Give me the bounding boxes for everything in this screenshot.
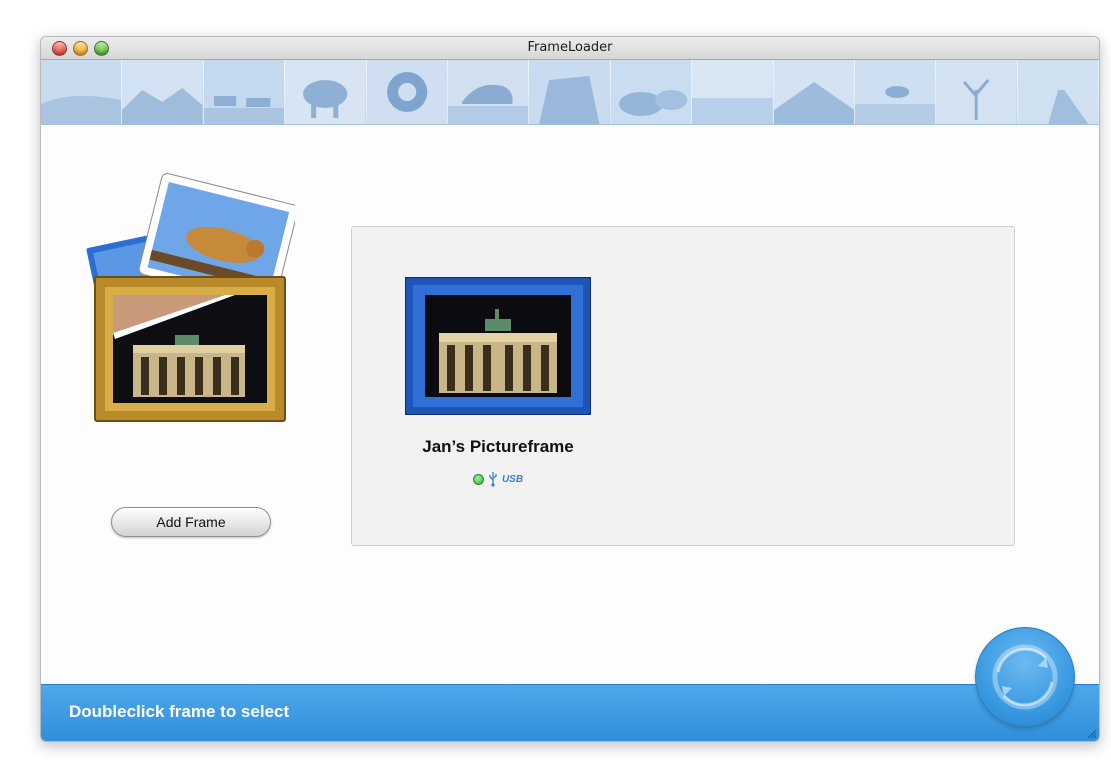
frame-name-label: Jan’s Pictureframe (422, 437, 574, 456)
photo-banner (41, 60, 1099, 125)
sync-arrows-icon (992, 644, 1058, 710)
status-online-dot (472, 473, 484, 485)
sync-button[interactable] (975, 627, 1075, 727)
resize-grip-icon[interactable] (1085, 727, 1097, 739)
frame-stack-illustration (82, 165, 299, 425)
status-bar: Doubleclick frame to select (41, 684, 1099, 741)
banner-photo-mountain (773, 60, 855, 124)
window-title: FrameLoader (527, 40, 613, 55)
banner-photo-arch (529, 60, 611, 124)
banner-photo-road (1017, 60, 1099, 124)
connection-type-label: USB (501, 473, 524, 485)
title-bar[interactable]: FrameLoader (41, 37, 1099, 60)
banner-photo-tree (936, 60, 1018, 124)
add-frame-button[interactable]: Add Frame (111, 507, 271, 537)
status-hint-text: Doubleclick frame to select (69, 702, 290, 721)
banner-photo-desert (41, 60, 123, 124)
app-window: FrameLoader Add Frame Jan’s Pictureframe… (40, 36, 1100, 742)
usb-icon (489, 472, 497, 487)
banner-photo-tire (366, 60, 448, 124)
picture-frame-thumbnail[interactable] (405, 277, 591, 415)
banner-photo-lioness (447, 60, 530, 124)
banner-photo-boulders (610, 60, 693, 124)
banner-photo-sea (692, 60, 774, 124)
connection-status: USB (388, 471, 608, 487)
banner-photo-jeeps (203, 60, 286, 124)
frame-item[interactable]: Jan’s Pictureframe USB (388, 267, 608, 497)
banner-photo-hills (122, 60, 204, 124)
banner-photo-antelope (854, 60, 937, 124)
frames-panel: Jan’s Pictureframe USB (351, 226, 1015, 546)
banner-photo-elephant (285, 60, 367, 124)
